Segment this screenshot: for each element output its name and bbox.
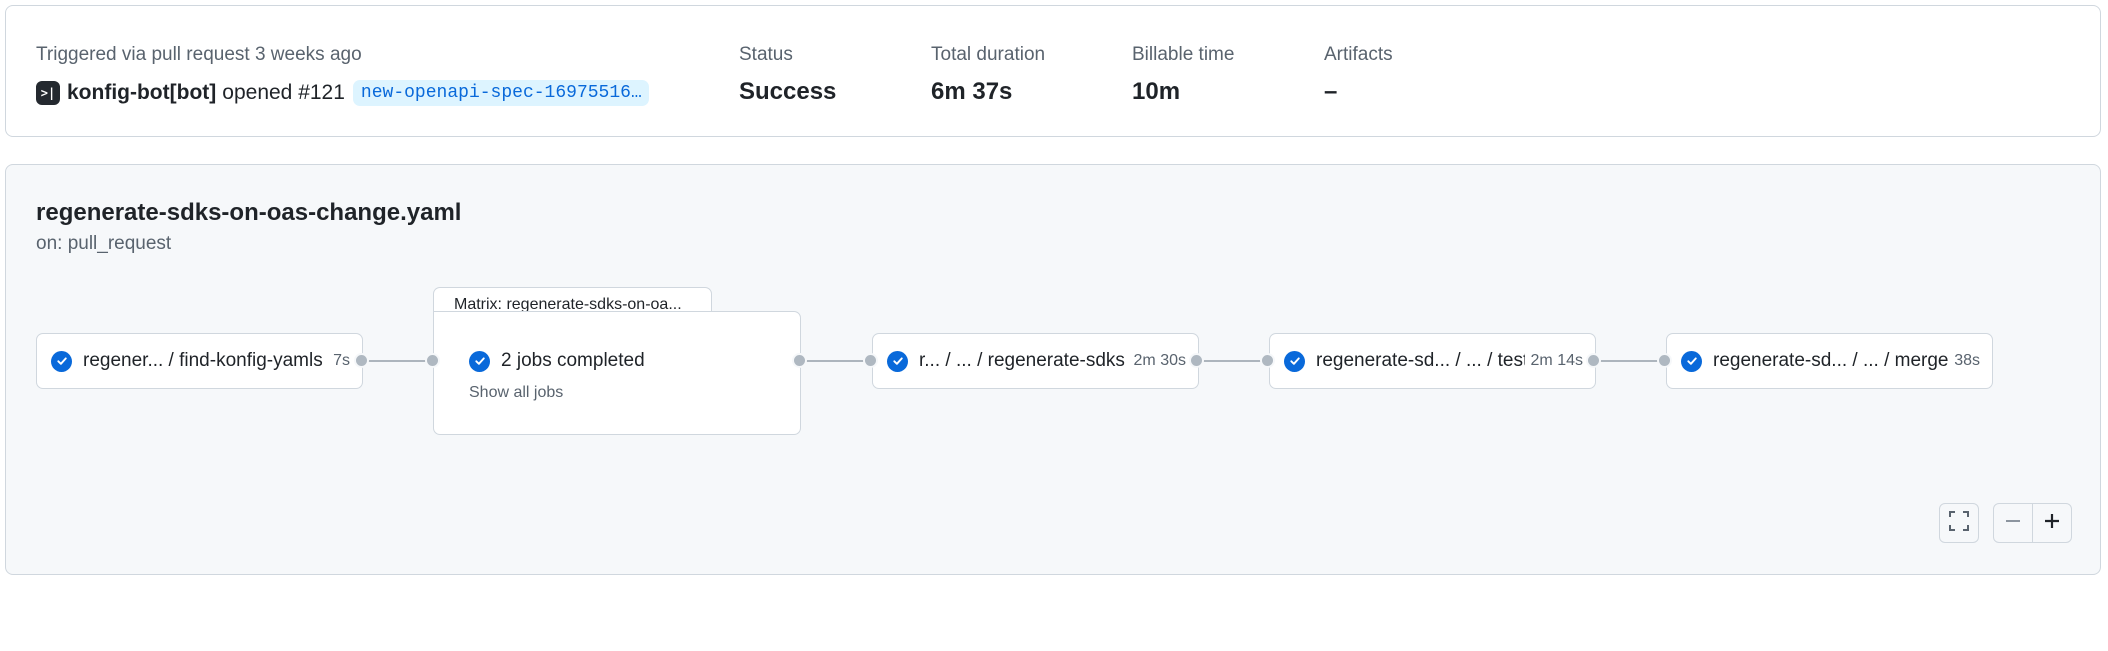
workflow-file-title[interactable]: regenerate-sdks-on-oas-change.yaml [36,199,461,227]
total-duration-value: 6m 37s [931,78,1013,105]
connector-port [1586,353,1601,368]
job-node-regenerate-sdks[interactable]: r... / ... / regenerate-sdks 2m 30s [872,333,1199,389]
check-circle-icon [1284,350,1305,372]
artifacts-value: – [1324,78,1338,105]
connector-port [354,353,369,368]
job-node-test[interactable]: regenerate-sd... / ... / test 2m 14s [1269,333,1596,389]
connector-line [1594,360,1666,362]
trigger-label: Triggered via pull request 3 weeks ago [36,44,362,65]
connector-port [1657,353,1672,368]
fullscreen-button[interactable] [1939,503,1979,543]
run-summary: Triggered via pull request 3 weeks ago >… [5,5,2101,137]
pull-request-link[interactable]: opened #121 [222,81,345,105]
show-all-jobs-link[interactable]: Show all jobs [469,384,563,402]
matrix-job-group[interactable]: 2 jobs completed Show all jobs [433,311,801,435]
connector-port [863,353,878,368]
connector-line [800,360,872,362]
actor-link[interactable]: konfig-bot[bot] [67,81,216,105]
job-name: regenerate-sd... / ... / test [1316,350,1525,371]
job-name: regener... / find-konfig-yamls [83,350,323,371]
bot-avatar[interactable]: >| [36,81,60,105]
connector-line [1197,360,1269,362]
billable-time-value[interactable]: 10m [1132,78,1180,106]
zoom-in-icon [2042,511,2062,536]
job-node-merge[interactable]: regenerate-sd... / ... / merge 38s [1666,333,1993,389]
check-circle-icon [51,350,72,372]
job-name: r... / ... / regenerate-sdks [919,350,1125,371]
job-duration: 7s [333,352,350,369]
job-node-find-konfig-yamls[interactable]: regener... / find-konfig-yamls 7s [36,333,363,389]
zoom-out-button[interactable] [1993,503,2033,543]
check-circle-icon [1681,350,1702,372]
artifacts-label: Artifacts [1324,44,1393,65]
billable-time-label: Billable time [1132,44,1235,65]
trigger-line: >| konfig-bot[bot] opened #121 new-opena… [36,80,649,106]
connector-port [1189,353,1204,368]
job-duration: 2m 30s [1133,352,1186,369]
status-value: Success [739,78,837,105]
check-circle-icon [469,350,490,372]
job-name: regenerate-sd... / ... / merge [1713,350,1949,371]
workflow-graph[interactable]: regenerate-sdks-on-oas-change.yaml on: p… [5,164,2101,575]
connector-line [362,360,434,362]
connector-port [425,353,440,368]
connector-port [1260,353,1275,368]
branch-label[interactable]: new-openapi-spec-16975516… [352,80,649,106]
connector-port [792,353,807,368]
job-duration: 2m 14s [1530,352,1583,369]
zoom-in-button[interactable] [2032,503,2072,543]
job-duration: 38s [1954,352,1980,369]
status-label: Status [739,44,793,65]
total-duration-label: Total duration [931,44,1046,65]
check-circle-icon [887,350,908,372]
fullscreen-icon [1948,510,1970,537]
zoom-out-icon [2003,511,2023,536]
workflow-trigger: on: pull_request [36,233,172,254]
matrix-summary: 2 jobs completed [501,350,645,371]
matrix-status-row: 2 jobs completed [469,350,645,372]
